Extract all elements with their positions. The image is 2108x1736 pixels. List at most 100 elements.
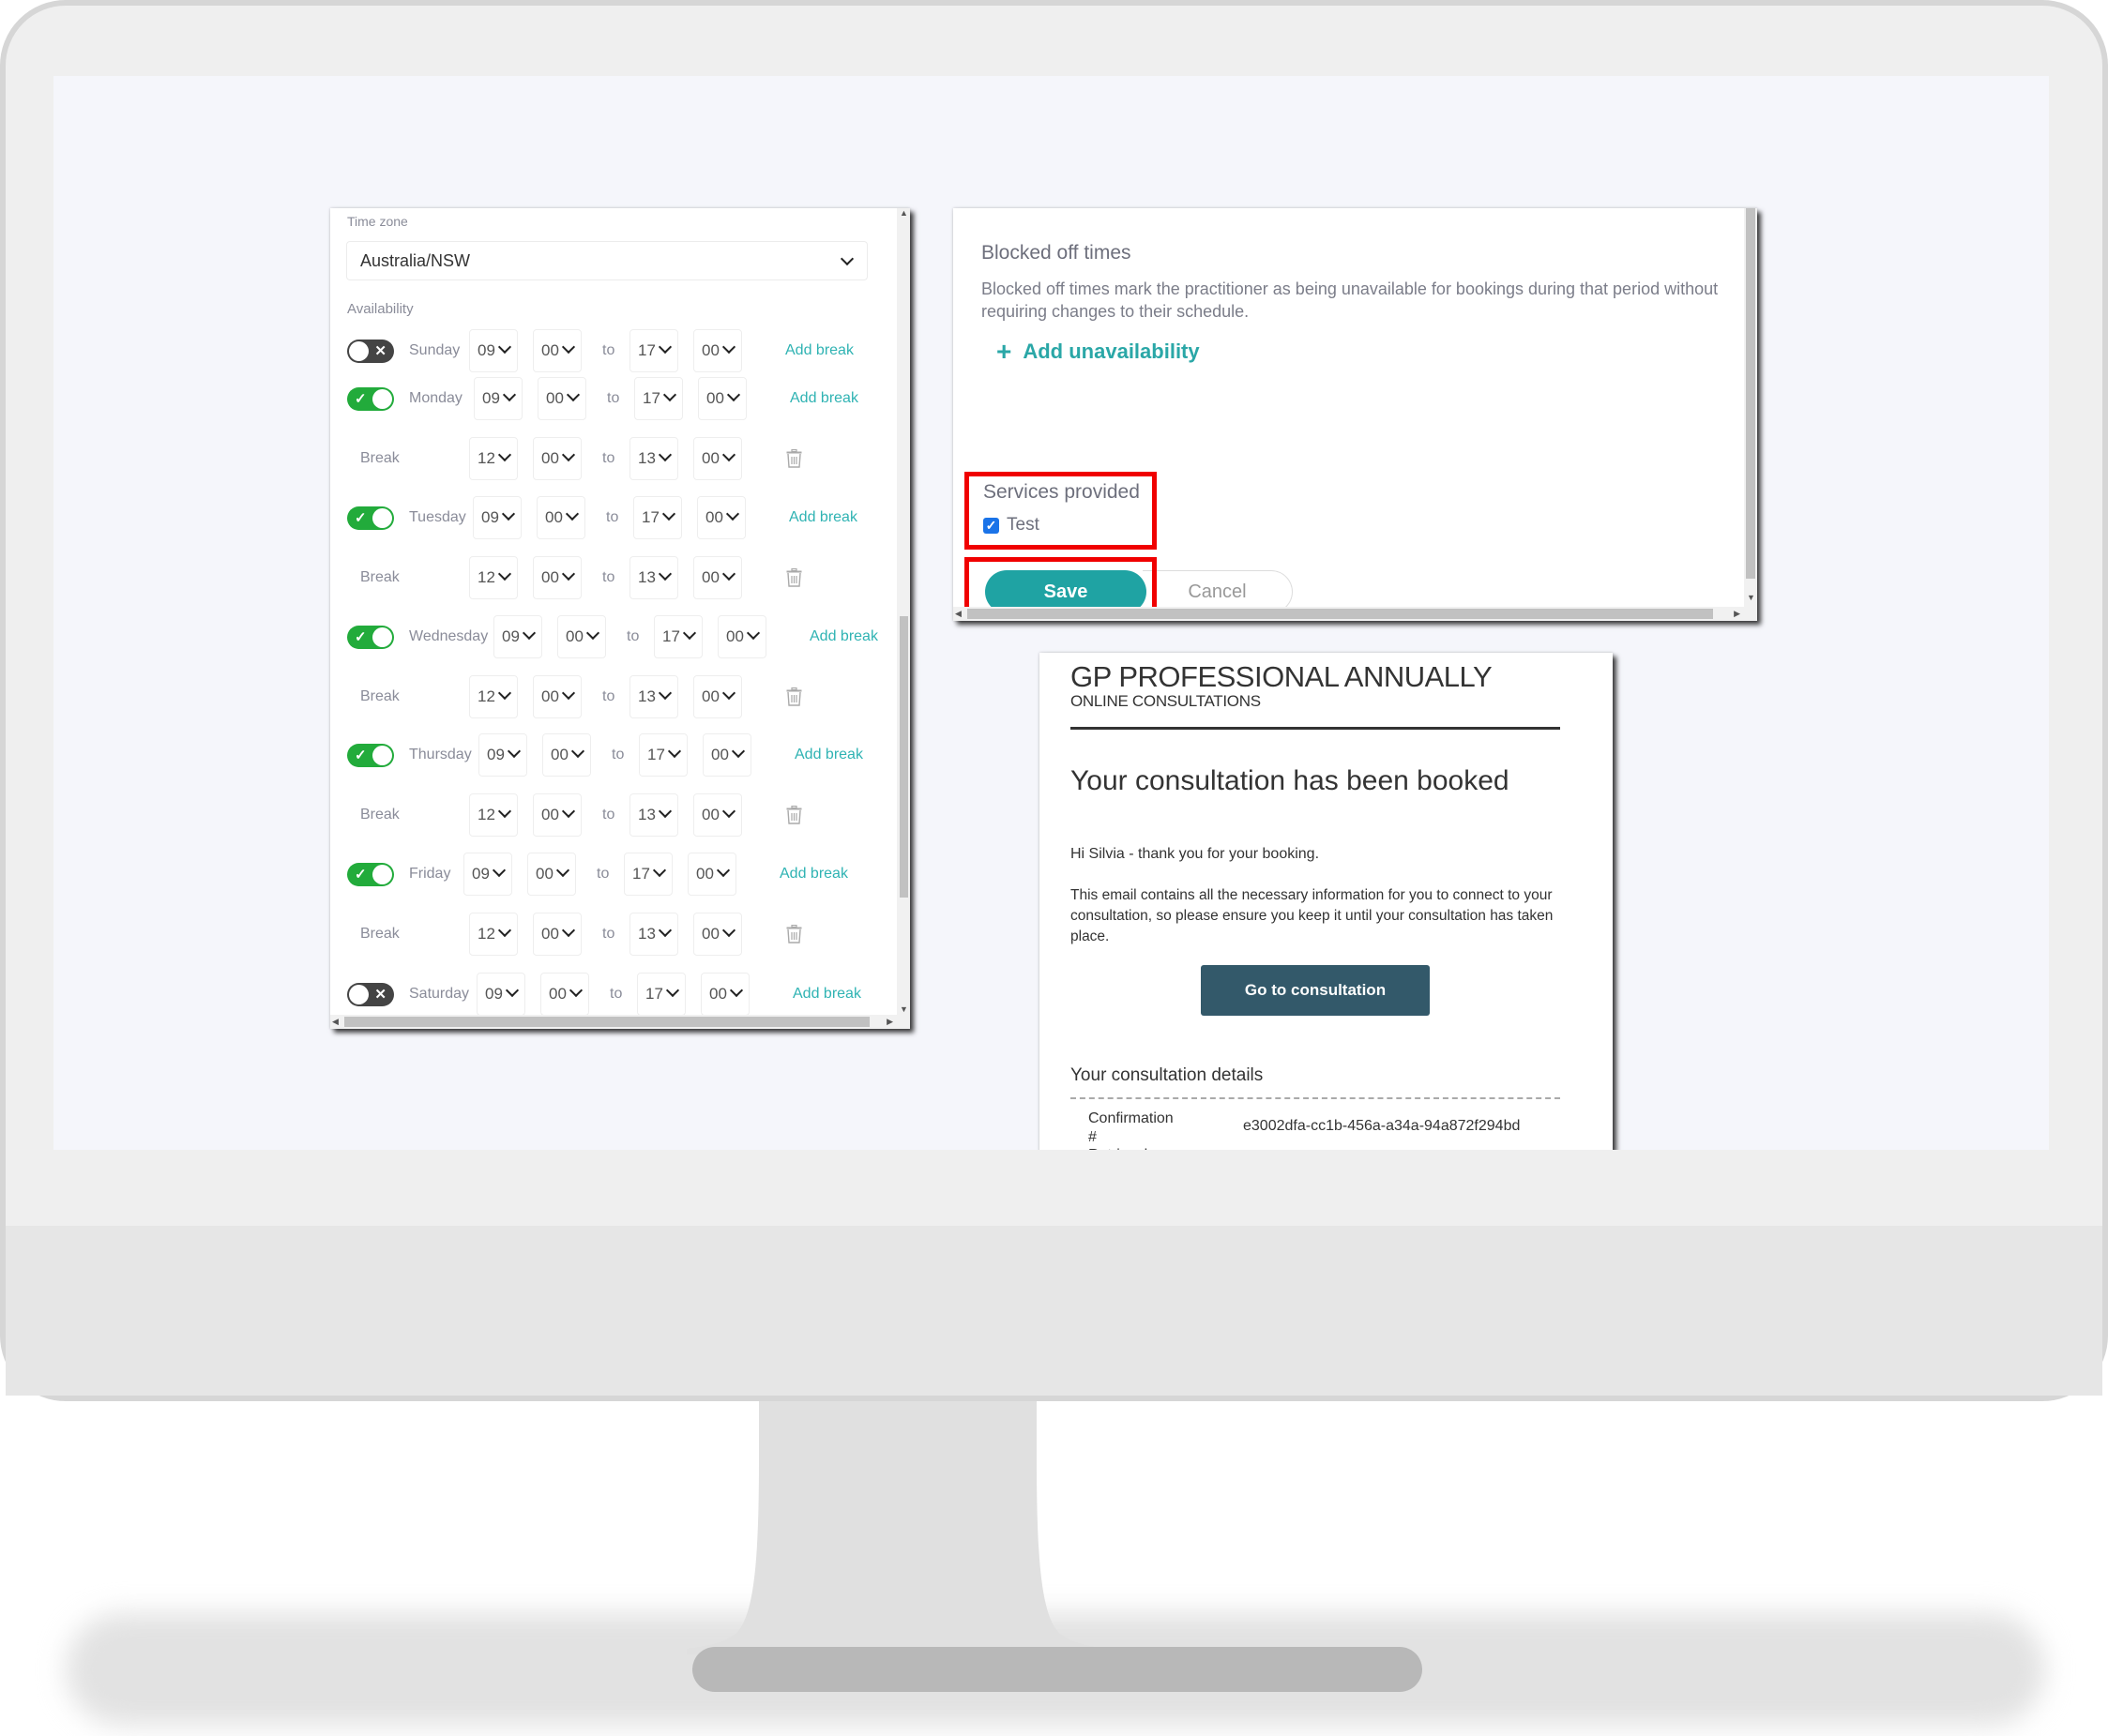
trash-icon[interactable] — [786, 568, 802, 587]
select-value: 12 — [478, 687, 495, 705]
start-minute-select[interactable]: 00 — [537, 496, 585, 539]
start-hour-select[interactable]: 09 — [474, 377, 523, 420]
end-minute-select[interactable]: 00 — [693, 329, 742, 372]
end-minute-select[interactable]: 00 — [703, 733, 751, 777]
end-minute-select[interactable]: 00 — [701, 973, 750, 1016]
divider — [1070, 727, 1560, 730]
scroll-right-icon[interactable]: ▶ — [1734, 609, 1740, 619]
end-minute-select[interactable]: 00 — [718, 615, 766, 658]
day-toggle[interactable]: ✓ — [347, 744, 394, 767]
start-minute-select[interactable]: 00 — [542, 733, 591, 777]
break-end-minute-select[interactable]: 00 — [693, 913, 742, 956]
start-hour-select[interactable]: 09 — [477, 973, 525, 1016]
select-value: 09 — [481, 508, 499, 526]
to-label: to — [602, 926, 615, 942]
start-minute-select[interactable]: 00 — [540, 973, 589, 1016]
add-break-link[interactable]: Add break — [789, 493, 857, 542]
add-break-link[interactable]: Add break — [780, 850, 848, 898]
break-start-minute-select[interactable]: 00 — [533, 556, 582, 599]
trash-icon[interactable] — [786, 925, 802, 943]
chevron-down-icon — [505, 983, 520, 998]
end-hour-select[interactable]: 17 — [637, 973, 686, 1016]
break-start-hour-select[interactable]: 12 — [469, 556, 518, 599]
scrollbar-thumb[interactable] — [1746, 208, 1755, 579]
break-end-minute-select[interactable]: 00 — [693, 437, 742, 480]
add-break-link[interactable]: Add break — [790, 374, 858, 423]
add-break-link[interactable]: Add break — [795, 731, 863, 779]
scroll-left-icon[interactable]: ◀ — [955, 609, 962, 619]
confirmation-email: GP PROFESSIONAL ANNUALLY ONLINE CONSULTA… — [1039, 653, 1613, 1150]
end-hour-select[interactable]: 17 — [624, 853, 673, 896]
vertical-scrollbar[interactable]: ▼ — [1744, 208, 1757, 621]
day-toggle[interactable]: ✕ — [347, 983, 394, 1006]
start-hour-select[interactable]: 09 — [463, 853, 512, 896]
vertical-scrollbar[interactable]: ▲ ▼ — [897, 208, 910, 1029]
timezone-label: Time zone — [347, 214, 408, 229]
break-end-hour-select[interactable]: 13 — [629, 675, 678, 718]
scroll-up-icon[interactable]: ▲ — [900, 208, 908, 218]
end-minute-select[interactable]: 00 — [688, 853, 736, 896]
break-start-minute-select[interactable]: 00 — [533, 793, 582, 837]
scrollbar-thumb[interactable] — [967, 609, 1713, 619]
end-hour-select[interactable]: 17 — [629, 329, 678, 372]
break-end-hour-select[interactable]: 13 — [629, 437, 678, 480]
scroll-down-icon[interactable]: ▼ — [900, 1004, 908, 1014]
break-end-minute-select[interactable]: 00 — [693, 675, 742, 718]
end-minute-select[interactable]: 00 — [697, 496, 746, 539]
trash-icon[interactable] — [786, 806, 802, 824]
end-hour-select[interactable]: 17 — [634, 377, 683, 420]
scroll-left-icon[interactable]: ◀ — [332, 1017, 339, 1027]
start-minute-select[interactable]: 00 — [538, 377, 586, 420]
start-minute-select[interactable]: 00 — [533, 329, 582, 372]
chevron-down-icon — [658, 447, 673, 462]
scroll-right-icon[interactable]: ▶ — [887, 1017, 893, 1027]
add-break-link[interactable]: Add break — [810, 612, 878, 661]
horizontal-scrollbar[interactable]: ◀ ▶ — [953, 607, 1757, 621]
trash-icon[interactable] — [786, 687, 802, 706]
break-row: Break 12 00 to 13 00 — [330, 553, 893, 602]
check-icon: ✓ — [355, 629, 367, 645]
day-toggle[interactable]: ✓ — [347, 506, 394, 530]
break-end-hour-select[interactable]: 13 — [629, 556, 678, 599]
horizontal-scrollbar[interactable]: ◀ ▶ — [330, 1015, 910, 1029]
break-end-hour-select[interactable]: 13 — [629, 793, 678, 837]
timezone-select[interactable]: Australia/NSW — [346, 241, 868, 280]
service-checkbox[interactable]: ✓ — [983, 518, 999, 534]
scrollbar-thumb[interactable] — [344, 1017, 870, 1027]
add-break-link[interactable]: Add break — [793, 970, 861, 1019]
break-end-hour-select[interactable]: 13 — [629, 913, 678, 956]
scrollbar-thumb[interactable] — [900, 616, 908, 898]
end-hour-select[interactable]: 17 — [654, 615, 703, 658]
day-toggle[interactable]: ✓ — [347, 387, 394, 411]
chevron-down-icon — [729, 983, 744, 998]
break-start-hour-select[interactable]: 12 — [469, 437, 518, 480]
trash-icon[interactable] — [786, 449, 802, 468]
add-unavailability-button[interactable]: + Add unavailability — [996, 335, 1200, 366]
break-start-minute-select[interactable]: 00 — [533, 913, 582, 956]
start-minute-select[interactable]: 00 — [557, 615, 606, 658]
day-toggle[interactable]: ✕ — [347, 340, 394, 363]
start-hour-select[interactable]: 09 — [473, 496, 522, 539]
toggle-knob — [349, 341, 369, 361]
end-hour-select[interactable]: 17 — [633, 496, 682, 539]
break-end-minute-select[interactable]: 00 — [693, 556, 742, 599]
end-hour-select[interactable]: 17 — [639, 733, 688, 777]
end-minute-select[interactable]: 00 — [698, 377, 747, 420]
break-start-hour-select[interactable]: 12 — [469, 793, 518, 837]
day-toggle[interactable]: ✓ — [347, 863, 394, 886]
break-start-minute-select[interactable]: 00 — [533, 437, 582, 480]
go-to-consultation-button[interactable]: Go to consultation — [1201, 965, 1430, 1016]
start-minute-select[interactable]: 00 — [527, 853, 576, 896]
day-row-friday: ✓ Friday 09 00 to 17 00 Add break — [330, 850, 893, 898]
break-start-minute-select[interactable]: 00 — [533, 675, 582, 718]
start-hour-select[interactable]: 09 — [478, 733, 527, 777]
break-end-minute-select[interactable]: 00 — [693, 793, 742, 837]
start-hour-select[interactable]: 09 — [493, 615, 542, 658]
add-break-link[interactable]: Add break — [785, 326, 854, 375]
scroll-down-icon[interactable]: ▼ — [1747, 593, 1755, 602]
start-hour-select[interactable]: 09 — [469, 329, 518, 372]
day-toggle[interactable]: ✓ — [347, 626, 394, 649]
break-start-hour-select[interactable]: 12 — [469, 913, 518, 956]
select-value: 00 — [709, 985, 727, 1003]
break-start-hour-select[interactable]: 12 — [469, 675, 518, 718]
